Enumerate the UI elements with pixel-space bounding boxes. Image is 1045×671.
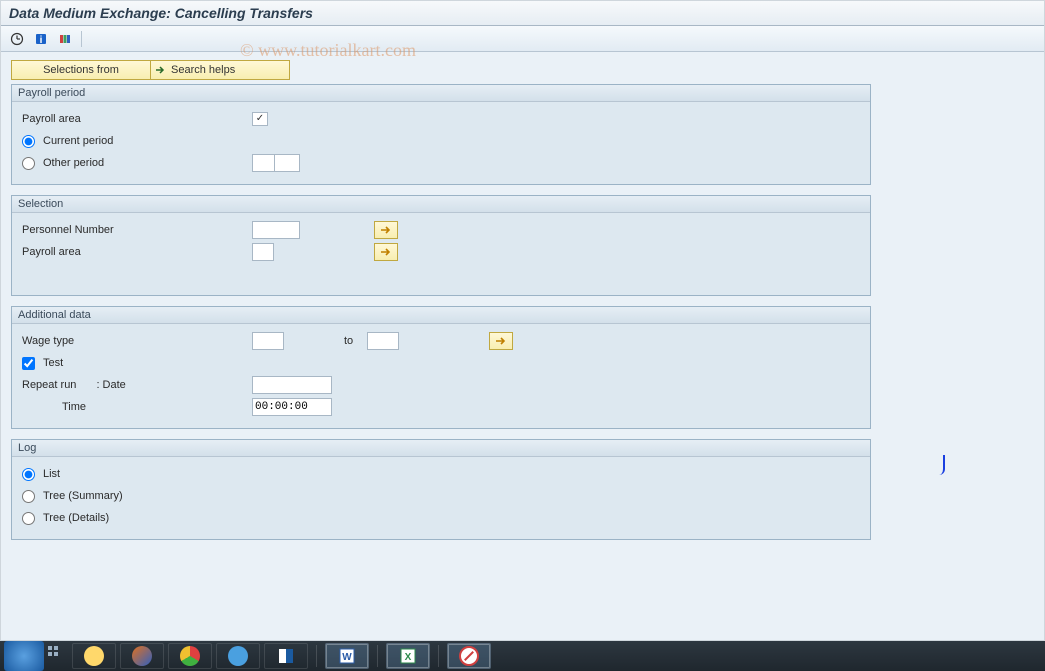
arrow-right-icon xyxy=(155,65,165,75)
log-list-label: List xyxy=(43,468,60,480)
taskbar-divider xyxy=(377,645,378,667)
payroll-area-input[interactable] xyxy=(252,243,274,261)
personnel-number-input[interactable] xyxy=(252,221,300,239)
taskbar-app-5[interactable] xyxy=(264,643,308,669)
taskbar-app-excel[interactable]: X xyxy=(386,643,430,669)
log-tree-details-radio[interactable] xyxy=(22,512,35,525)
taskbar-app-word[interactable]: W xyxy=(325,643,369,669)
time-label: Time xyxy=(22,401,252,413)
stray-mark xyxy=(939,455,945,475)
group-title: Log xyxy=(12,440,870,457)
app-toolbar: i xyxy=(1,26,1044,52)
action-button-row: Selections from Search helps xyxy=(11,60,881,80)
time-input[interactable] xyxy=(252,398,332,416)
content-area: Selections from Search helps Payroll per… xyxy=(1,52,1044,548)
svg-text:X: X xyxy=(405,652,412,663)
taskbar-app-explorer[interactable] xyxy=(72,643,116,669)
group-title: Additional data xyxy=(12,307,870,324)
abc-icon[interactable] xyxy=(55,30,75,48)
other-period-input-1[interactable] xyxy=(252,154,274,172)
payroll-area-label-2: Payroll area xyxy=(22,246,252,258)
selections-from-button[interactable]: Selections from xyxy=(11,60,151,80)
taskbar-divider xyxy=(316,645,317,667)
svg-text:W: W xyxy=(342,652,352,663)
log-list-radio[interactable] xyxy=(22,468,35,481)
svg-text:i: i xyxy=(40,35,43,46)
taskview-icon[interactable] xyxy=(48,646,68,666)
log-tree-details-label: Tree (Details) xyxy=(43,512,109,524)
info-icon[interactable]: i xyxy=(31,30,51,48)
os-taskbar: W X xyxy=(0,641,1045,671)
toolbar-separator xyxy=(81,31,82,47)
group-payroll-period: Payroll period Payroll area ✓ Current pe… xyxy=(11,84,871,185)
search-helps-label: Search helps xyxy=(171,64,235,76)
group-title: Selection xyxy=(12,196,870,213)
wage-type-from-input[interactable] xyxy=(252,332,284,350)
execute-icon[interactable] xyxy=(7,30,27,48)
test-label: Test xyxy=(43,357,63,369)
current-period-radio[interactable] xyxy=(22,135,35,148)
taskbar-app-4[interactable] xyxy=(216,643,260,669)
group-additional-data: Additional data Wage type to xyxy=(11,306,871,429)
personnel-number-multisel-button[interactable] xyxy=(374,221,398,239)
taskbar-divider xyxy=(438,645,439,667)
payroll-area-label: Payroll area xyxy=(22,113,252,125)
taskbar-app-firefox[interactable] xyxy=(120,643,164,669)
other-period-label: Other period xyxy=(43,157,104,169)
group-selection: Selection Personnel Number Payroll area xyxy=(11,195,871,296)
taskbar-app-chrome[interactable] xyxy=(168,643,212,669)
personnel-number-label: Personnel Number xyxy=(22,224,252,236)
repeat-run-date-input[interactable] xyxy=(252,376,332,394)
wage-type-label: Wage type xyxy=(22,335,252,347)
search-helps-button[interactable]: Search helps xyxy=(150,60,290,80)
repeat-run-label: Repeat run xyxy=(22,379,76,391)
current-period-label: Current period xyxy=(43,135,113,147)
page-title: Data Medium Exchange: Cancelling Transfe… xyxy=(1,1,1044,26)
taskbar-app-blocked[interactable] xyxy=(447,643,491,669)
start-button[interactable] xyxy=(4,641,44,671)
sap-gui-window: Data Medium Exchange: Cancelling Transfe… xyxy=(0,0,1045,641)
wage-type-to-input[interactable] xyxy=(367,332,399,350)
other-period-input-2[interactable] xyxy=(274,154,300,172)
other-period-radio[interactable] xyxy=(22,157,35,170)
date-suffix-label: : Date xyxy=(96,379,125,391)
payroll-area-multisel-button[interactable] xyxy=(374,243,398,261)
group-log: Log List Tree (Summary) xyxy=(11,439,871,540)
payroll-area-check-icon[interactable]: ✓ xyxy=(252,112,268,126)
log-tree-summary-label: Tree (Summary) xyxy=(43,490,123,502)
test-checkbox[interactable] xyxy=(22,357,35,370)
wage-type-multisel-button[interactable] xyxy=(489,332,513,350)
log-tree-summary-radio[interactable] xyxy=(22,490,35,503)
group-title: Payroll period xyxy=(12,85,870,102)
to-label: to xyxy=(344,335,353,347)
